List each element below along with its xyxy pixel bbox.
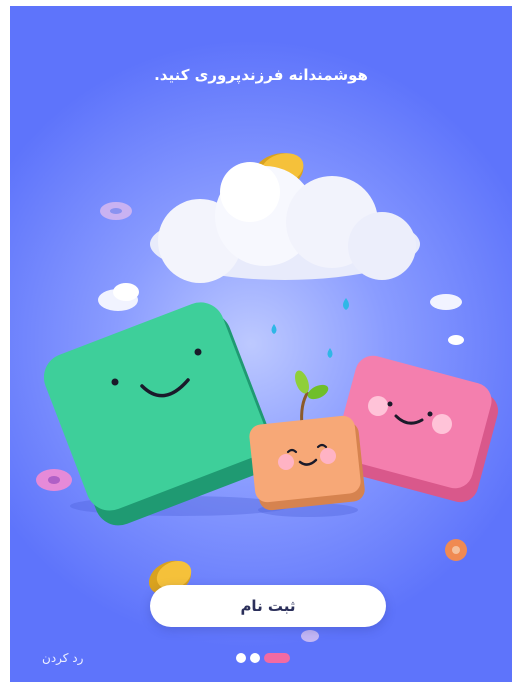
donut-icon <box>445 539 467 561</box>
signup-button[interactable]: ثبت نام <box>150 585 386 627</box>
raindrop-icon <box>271 324 277 334</box>
donut-icon <box>100 202 132 220</box>
small-cloud-icon <box>448 335 464 345</box>
cloud-illustration <box>150 162 420 283</box>
candy-icon <box>301 630 319 642</box>
donut-icon <box>36 469 72 491</box>
page-dot <box>236 653 246 663</box>
small-cloud-icon <box>98 283 139 311</box>
page-dot-active <box>264 653 290 663</box>
onboarding-illustration <box>36 153 499 642</box>
raindrop-icon <box>343 298 349 310</box>
raindrop-icon <box>327 348 333 358</box>
page-indicator <box>236 653 290 663</box>
small-cloud-icon <box>430 294 462 310</box>
page-dot <box>250 653 260 663</box>
green-cube-character <box>43 302 290 526</box>
orange-cube-character <box>249 415 365 517</box>
skip-link[interactable]: رد کردن <box>42 651 83 665</box>
onboarding-screen: هوشمندانه فرزندپروری کنید. ثبت نام رد کر… <box>10 6 512 682</box>
sprout-icon <box>295 370 329 427</box>
